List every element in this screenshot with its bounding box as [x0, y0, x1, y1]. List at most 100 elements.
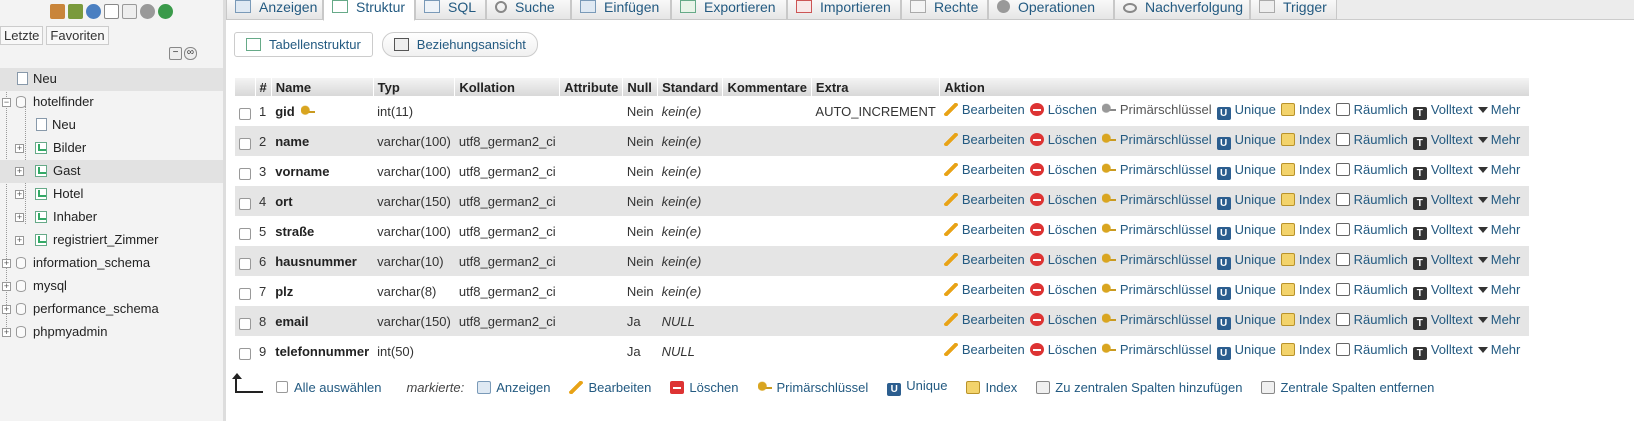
reload-icon[interactable] [158, 4, 173, 19]
header-name[interactable]: Name [271, 78, 374, 96]
edit-button[interactable]: Bearbeiten [943, 162, 1025, 177]
row-checkbox[interactable] [239, 168, 251, 180]
expand-icon[interactable]: + [15, 167, 24, 176]
bulk-delete-button[interactable]: Löschen [670, 380, 739, 395]
bulk-add-central-columns-button[interactable]: Zu zentralen Spalten hinzufügen [1036, 380, 1242, 395]
edit-button[interactable]: Bearbeiten [943, 282, 1025, 297]
primary-key-button[interactable]: Primärschlüssel [1101, 342, 1212, 357]
fulltext-button[interactable]: T Volltext [1412, 282, 1473, 300]
header-comments[interactable]: Kommentare [722, 78, 812, 96]
select-all-link[interactable]: Alle auswählen [294, 380, 381, 395]
edit-button[interactable]: Bearbeiten [943, 222, 1025, 237]
bulk-unique-button[interactable]: U Unique [887, 378, 947, 396]
more-button[interactable]: Mehr [1477, 312, 1520, 327]
delete-button[interactable]: Löschen [1029, 222, 1097, 237]
help-icon[interactable] [86, 4, 101, 19]
bulk-edit-button[interactable]: Bearbeiten [569, 380, 651, 395]
expand-icon[interactable]: + [2, 259, 11, 268]
header-attribute[interactable]: Attribute [559, 78, 624, 96]
unique-button[interactable]: U Unique [1216, 342, 1276, 360]
expand-icon[interactable]: + [2, 328, 11, 337]
more-button[interactable]: Mehr [1477, 192, 1520, 207]
unique-button[interactable]: U Unique [1216, 312, 1276, 330]
delete-button[interactable]: Löschen [1029, 162, 1097, 177]
edit-button[interactable]: Bearbeiten [943, 192, 1025, 207]
fulltext-button[interactable]: T Volltext [1412, 162, 1473, 180]
fulltext-button[interactable]: T Volltext [1412, 312, 1473, 330]
unique-button[interactable]: U Unique [1216, 222, 1276, 240]
logout-icon[interactable] [68, 4, 83, 19]
bulk-remove-central-columns-button[interactable]: Zentrale Spalten entfernen [1261, 380, 1434, 395]
tab-struktur[interactable]: Struktur [323, 0, 415, 21]
edit-button[interactable]: Bearbeiten [943, 102, 1025, 117]
tree-item-information-schema[interactable]: + information_schema [0, 252, 223, 275]
row-checkbox[interactable] [239, 318, 251, 330]
subtab-table-structure[interactable]: Tabellenstruktur [234, 32, 373, 57]
tree-item-gast[interactable]: + Gast [0, 160, 223, 183]
subtab-relation-view[interactable]: Beziehungsansicht [381, 32, 538, 57]
tree-item-registriert-zimmer[interactable]: + registriert_Zimmer [0, 229, 223, 252]
delete-button[interactable]: Löschen [1029, 342, 1097, 357]
recent-tab[interactable]: Letzte [0, 26, 44, 45]
spatial-button[interactable]: Räumlich [1335, 102, 1408, 117]
tab-trigger[interactable]: Trigger [1250, 0, 1337, 20]
primary-key-button[interactable]: Primärschlüssel [1101, 312, 1212, 327]
header-type[interactable]: Typ [373, 78, 456, 96]
primary-key-button[interactable]: Primärschlüssel [1101, 162, 1212, 177]
collapse-icon[interactable]: − [2, 98, 11, 107]
header-number[interactable]: # [255, 78, 272, 96]
gear-icon[interactable] [140, 4, 155, 19]
delete-button[interactable]: Löschen [1029, 252, 1097, 267]
bulk-browse-button[interactable]: Anzeigen [477, 380, 550, 395]
row-checkbox[interactable] [239, 228, 251, 240]
unique-button[interactable]: U Unique [1216, 162, 1276, 180]
expand-icon[interactable]: + [2, 282, 11, 291]
row-checkbox[interactable] [239, 348, 251, 360]
expand-icon[interactable]: + [15, 190, 24, 199]
unique-button[interactable]: U Unique [1216, 282, 1276, 300]
expand-icon[interactable]: + [2, 305, 11, 314]
delete-button[interactable]: Löschen [1029, 192, 1097, 207]
index-button[interactable]: Index [1280, 132, 1331, 147]
tree-item-bilder[interactable]: + Bilder [0, 137, 223, 160]
edit-button[interactable]: Bearbeiten [943, 132, 1025, 147]
index-button[interactable]: Index [1280, 192, 1331, 207]
copy-icon[interactable] [122, 4, 137, 19]
tab-suche[interactable]: Suche [486, 0, 571, 20]
primary-key-button[interactable]: Primärschlüssel [1101, 192, 1212, 207]
primary-key-button[interactable]: Primärschlüssel [1101, 282, 1212, 297]
tree-item-new[interactable]: Neu [0, 68, 223, 91]
more-button[interactable]: Mehr [1477, 282, 1520, 297]
primary-key-button[interactable]: Primärschlüssel [1101, 222, 1212, 237]
delete-button[interactable]: Löschen [1029, 282, 1097, 297]
more-button[interactable]: Mehr [1477, 222, 1520, 237]
select-all-checkbox[interactable] [276, 381, 288, 393]
index-button[interactable]: Index [1280, 252, 1331, 267]
more-button[interactable]: Mehr [1477, 252, 1520, 267]
fulltext-button[interactable]: T Volltext [1412, 132, 1473, 150]
index-button[interactable]: Index [1280, 282, 1331, 297]
collapse-all-icon[interactable]: − [169, 47, 182, 60]
header-extra[interactable]: Extra [811, 78, 941, 96]
header-null[interactable]: Null [622, 78, 659, 96]
primary-key-button[interactable]: Primärschlüssel [1101, 132, 1212, 147]
spatial-button[interactable]: Räumlich [1335, 222, 1408, 237]
header-default[interactable]: Standard [657, 78, 724, 96]
more-button[interactable]: Mehr [1477, 342, 1520, 357]
favorites-tab[interactable]: Favoriten [46, 26, 109, 45]
more-button[interactable]: Mehr [1477, 132, 1520, 147]
spatial-button[interactable]: Räumlich [1335, 342, 1408, 357]
bulk-index-button[interactable]: Index [966, 380, 1017, 395]
delete-button[interactable]: Löschen [1029, 102, 1097, 117]
unique-button[interactable]: U Unique [1216, 192, 1276, 210]
primary-key-button[interactable]: Primärschlüssel [1101, 102, 1212, 117]
spatial-button[interactable]: Räumlich [1335, 282, 1408, 297]
index-button[interactable]: Index [1280, 222, 1331, 237]
edit-button[interactable]: Bearbeiten [943, 312, 1025, 327]
spatial-button[interactable]: Räumlich [1335, 192, 1408, 207]
expand-icon[interactable]: + [15, 144, 24, 153]
delete-button[interactable]: Löschen [1029, 132, 1097, 147]
expand-icon[interactable]: + [15, 236, 24, 245]
row-checkbox[interactable] [239, 138, 251, 150]
home-icon[interactable] [50, 4, 65, 19]
